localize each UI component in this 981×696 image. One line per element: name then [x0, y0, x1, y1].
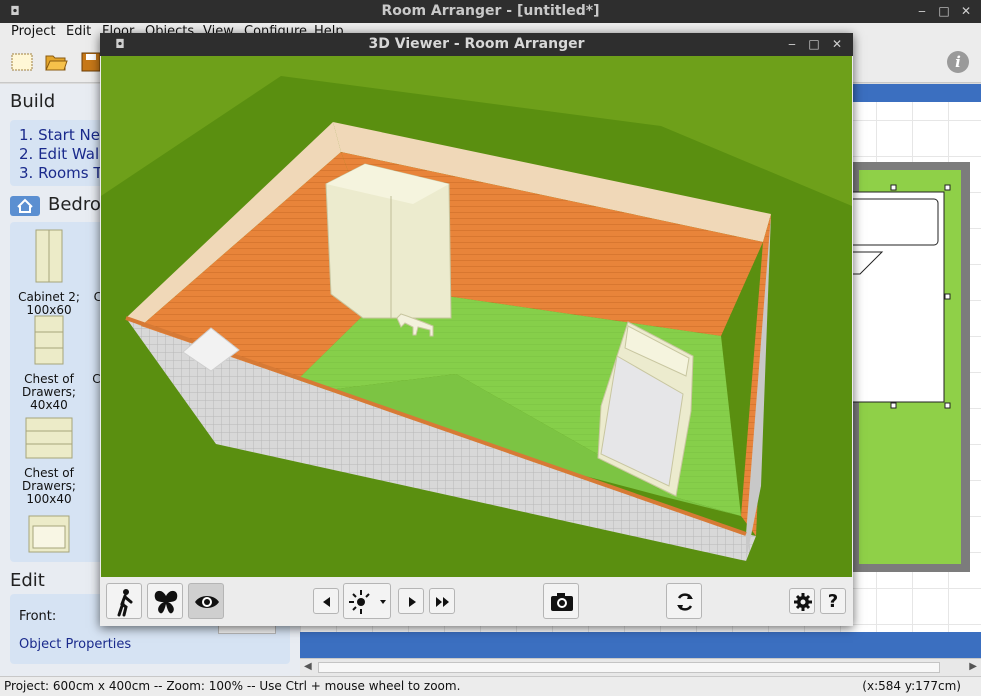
gear-icon	[794, 593, 812, 611]
butterfly-icon	[154, 590, 178, 614]
horizontal-scrollbar[interactable]: ◀ ▶	[300, 658, 981, 676]
edit-walls-link[interactable]: 2. Edit Walls	[19, 145, 111, 163]
view-mode-button[interactable]	[188, 583, 224, 619]
main-title-bar: ◘ Room Arranger - [untitled*] ‒ □ ✕	[0, 0, 981, 23]
home-icon[interactable]	[10, 196, 40, 216]
screenshot-button[interactable]	[543, 583, 579, 619]
build-heading: Build	[10, 91, 56, 112]
library-item[interactable]: Cabinet 2; 100x60	[16, 228, 82, 317]
object-properties-link[interactable]: Object Properties	[19, 637, 131, 652]
library-item[interactable]: Chest of Drawers; 100x40	[16, 416, 82, 506]
edit-heading: Edit	[10, 570, 45, 591]
eye-icon	[195, 596, 219, 608]
help-button[interactable]: ?	[820, 588, 846, 614]
3d-scene[interactable]	[101, 56, 852, 577]
menu-edit[interactable]: Edit	[66, 24, 91, 39]
status-bar: Project: 600cm x 400cm -- Zoom: 100% -- …	[0, 676, 981, 696]
viewer-maximize-icon[interactable]: □	[805, 35, 823, 53]
prev-icon	[323, 597, 330, 607]
minimize-icon[interactable]: ‒	[913, 2, 931, 20]
viewer-title-bar[interactable]: ◘ 3D Viewer - Room Arranger ‒ □ ✕	[100, 33, 853, 56]
viewer-close-icon[interactable]: ✕	[828, 35, 846, 53]
viewer-minimize-icon[interactable]: ‒	[783, 35, 801, 53]
viewer-title: 3D Viewer - Room Arranger	[368, 36, 585, 52]
menu-project[interactable]: Project	[11, 24, 55, 39]
3d-room-render	[101, 56, 852, 577]
fly-mode-button[interactable]	[147, 583, 183, 619]
help-icon: ?	[827, 591, 839, 612]
fast-forward-button[interactable]	[429, 588, 455, 614]
prev-button[interactable]	[313, 588, 339, 614]
library-item-label: Chest of Drawers; 40x40	[22, 372, 76, 412]
refresh-icon	[677, 593, 693, 611]
open-folder-icon[interactable]	[44, 51, 68, 73]
walk-icon	[117, 589, 133, 617]
scroll-right-icon[interactable]: ▶	[969, 661, 977, 672]
settings-button[interactable]	[789, 588, 815, 614]
next-button[interactable]	[398, 588, 424, 614]
library-item[interactable]	[16, 512, 82, 562]
3d-viewer-window: ◘ 3D Viewer - Room Arranger ‒ □ ✕ ?	[100, 33, 853, 626]
scrollbar-thumb[interactable]	[318, 662, 940, 673]
plan-pillow	[847, 198, 939, 246]
maximize-icon[interactable]: □	[935, 2, 953, 20]
bottom-bar	[300, 632, 981, 658]
next-icon	[409, 597, 416, 607]
fast-forward-icon	[436, 597, 449, 607]
bed-icon	[28, 515, 70, 553]
light-icon	[349, 590, 386, 614]
library-item-label: Chest of Drawers; 100x40	[22, 466, 76, 506]
library-item[interactable]: Chest of Drawers; 40x40	[16, 314, 82, 412]
refresh-button[interactable]	[666, 583, 702, 619]
rooms-tutorial-link[interactable]: 3. Rooms Tu	[19, 164, 110, 182]
info-icon[interactable]: i	[947, 51, 969, 73]
close-icon[interactable]: ✕	[957, 2, 975, 20]
status-project-info: Project: 600cm x 400cm -- Zoom: 100% -- …	[4, 679, 461, 693]
light-dropdown-button[interactable]	[343, 583, 391, 619]
chest-of-drawers-icon	[25, 417, 73, 459]
status-cursor-coords: (x:584 y:177cm)	[862, 679, 961, 693]
new-project-icon[interactable]	[10, 51, 34, 73]
chest-of-drawers-icon	[34, 315, 64, 365]
front-label: Front:	[19, 609, 57, 624]
start-new-link[interactable]: 1. Start New	[19, 126, 112, 144]
scroll-left-icon[interactable]: ◀	[304, 661, 312, 672]
camera-icon	[551, 593, 573, 611]
main-window-title: Room Arranger - [untitled*]	[381, 3, 600, 19]
walk-mode-button[interactable]	[106, 583, 142, 619]
cabinet-icon	[35, 229, 63, 283]
viewer-toolbar: ?	[100, 577, 853, 626]
